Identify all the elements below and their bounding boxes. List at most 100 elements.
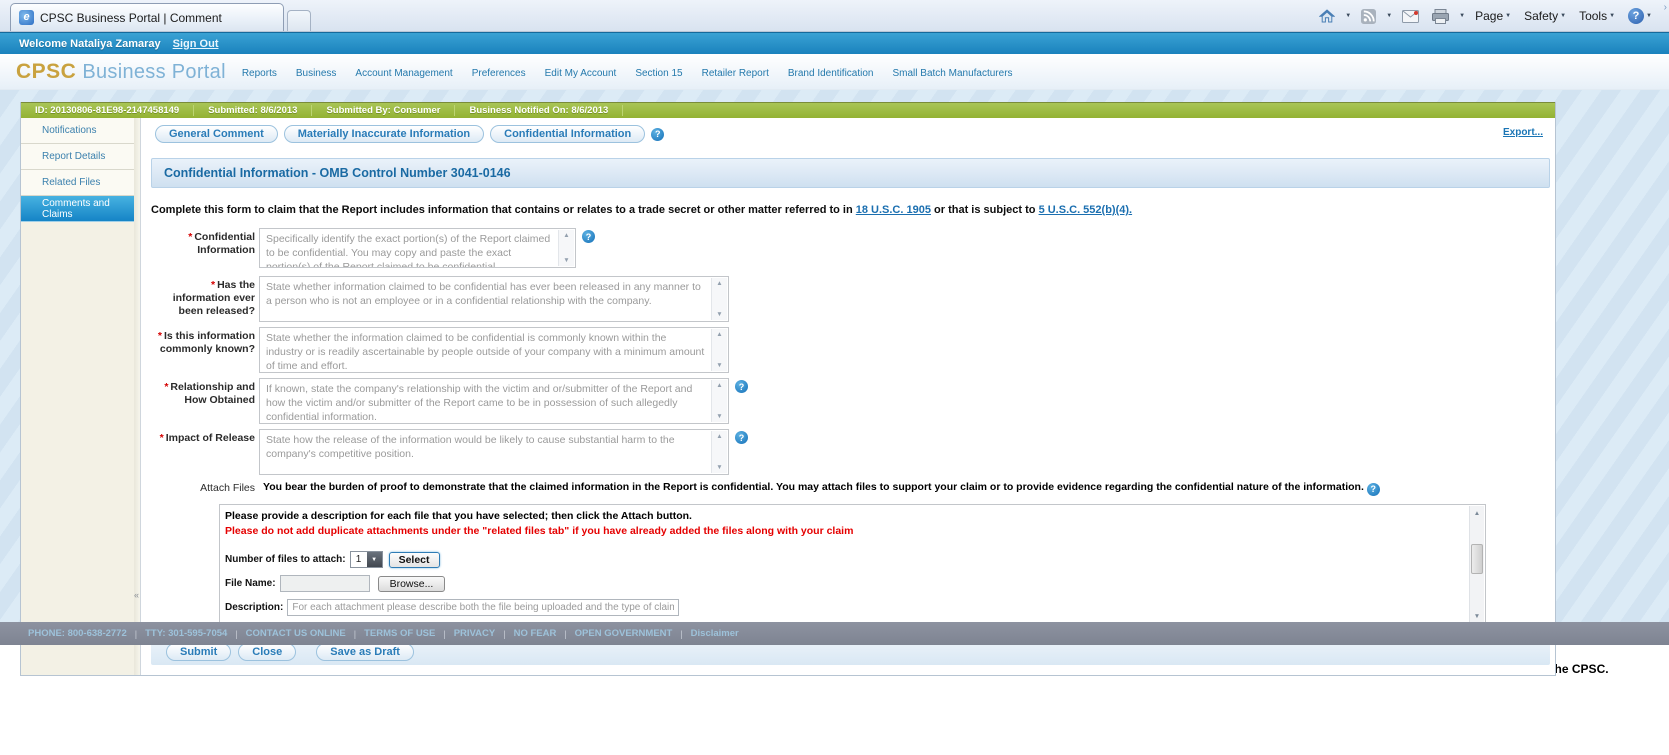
home-dropdown-caret[interactable]: ▼ xyxy=(1345,13,1351,19)
tab-materially-inaccurate-information[interactable]: Materially Inaccurate Information xyxy=(283,125,485,143)
sidebar-collapse-icon[interactable]: « xyxy=(134,590,139,600)
field-label: * Impact of Release xyxy=(159,432,255,444)
logo-primary: CPSC xyxy=(16,59,77,83)
close-button[interactable]: Close xyxy=(238,643,297,662)
information-released-textarea[interactable] xyxy=(260,277,728,321)
sidebar-splitter[interactable]: « xyxy=(134,118,141,676)
page-menu[interactable]: Page ▼ xyxy=(1472,7,1514,25)
field-commonly-known: *Is this information commonly known? ▲▼ xyxy=(151,327,1555,373)
footer-separator: | xyxy=(564,628,567,639)
relationship-how-obtained-textarea[interactable] xyxy=(260,379,728,423)
impact-of-release-textarea[interactable] xyxy=(260,430,728,474)
rss-icon xyxy=(1361,8,1377,24)
tabs-help-icon[interactable]: ? xyxy=(651,127,665,141)
footer-separator: | xyxy=(235,628,238,639)
file-name-input[interactable] xyxy=(279,575,370,593)
textarea-scrollbar[interactable]: ▲ ▼ xyxy=(711,329,727,371)
textarea-scrollbar[interactable]: ▲ ▼ xyxy=(558,230,574,266)
textarea-scrollbar[interactable]: ▲ ▼ xyxy=(711,431,727,473)
welcome-text: Welcome Nataliya Zamaray xyxy=(19,37,161,50)
nav-reports[interactable]: Reports xyxy=(242,68,277,79)
tools-menu[interactable]: Tools ▼ xyxy=(1576,7,1618,25)
nav-small-batch-manufacturers[interactable]: Small Batch Manufacturers xyxy=(892,68,1012,79)
footer-terms-of-use[interactable]: TERMS OF USE xyxy=(364,628,435,639)
section-title-bar: Confidential Information - OMB Control N… xyxy=(151,158,1550,188)
textarea-scrollbar[interactable]: ▲ ▼ xyxy=(711,278,727,320)
save-as-draft-button[interactable]: Save as Draft xyxy=(316,643,414,662)
footer-open-government[interactable]: OPEN GOVERNMENT xyxy=(575,628,673,639)
attach-help-icon[interactable]: ? xyxy=(1366,483,1380,497)
feeds-dropdown-caret[interactable]: ▼ xyxy=(1386,13,1392,19)
read-mail-button[interactable] xyxy=(1399,8,1422,25)
impact-help-icon[interactable]: ? xyxy=(735,431,748,444)
footer-no-fear[interactable]: NO FEAR xyxy=(514,628,557,639)
browser-tab-title: CPSC Business Portal | Comment xyxy=(40,10,222,25)
relationship-help-icon[interactable]: ? xyxy=(735,380,748,393)
print-button[interactable] xyxy=(1429,7,1452,26)
num-files-select[interactable]: 1 ▼ xyxy=(349,551,383,569)
home-icon xyxy=(1319,9,1336,23)
field-label: * Confidential Information xyxy=(188,231,255,257)
attach-instruction: Please provide a description for each fi… xyxy=(225,510,692,523)
print-dropdown-caret[interactable]: ▼ xyxy=(1459,13,1465,19)
safety-menu[interactable]: Safety ▼ xyxy=(1521,7,1569,25)
tab-general-comment[interactable]: General Comment xyxy=(155,125,278,143)
welcome-bar: Welcome Nataliya Zamaray Sign Out xyxy=(0,32,1669,54)
scrollbar-thumb[interactable] xyxy=(1471,544,1483,575)
description-row: Description: xyxy=(225,599,1461,617)
sign-out-link[interactable]: Sign Out xyxy=(173,38,219,50)
export-link[interactable]: Export... xyxy=(1503,127,1543,138)
toolbar-overflow-chevron[interactable]: › xyxy=(1664,2,1667,13)
browser-chrome: e CPSC Business Portal | Comment ▼ ▼ ▼ P… xyxy=(0,0,1669,32)
link-5-usc-552b4[interactable]: 5 U.S.C. 552(b)(4). xyxy=(1039,204,1133,216)
page-menu-label: Page xyxy=(1475,9,1504,23)
nav-preferences[interactable]: Preferences xyxy=(472,68,526,79)
browser-command-bar: ▼ ▼ ▼ Page ▼ Safety ▼ Tools ▼ ? ▼ xyxy=(1316,4,1655,28)
sidebar-item-report-details[interactable]: Report Details xyxy=(21,144,134,170)
scroll-up-icon[interactable]: ▲ xyxy=(1470,506,1484,520)
sidebar-item-comments-and-claims[interactable]: Comments and Claims xyxy=(21,196,134,222)
field-label: * Is this information commonly known? xyxy=(157,330,255,356)
required-marker: * xyxy=(210,279,216,291)
sidebar-item-related-files[interactable]: Related Files xyxy=(21,170,134,196)
footer-contact-us[interactable]: CONTACT US ONLINE xyxy=(246,628,346,639)
commonly-known-textarea[interactable] xyxy=(260,328,728,372)
link-18-usc-1905[interactable]: 18 U.S.C. 1905 xyxy=(856,204,931,216)
confidential-information-help-icon[interactable]: ? xyxy=(582,230,595,243)
ie-help-button[interactable]: ? ▼ xyxy=(1625,6,1655,26)
num-files-dropdown-icon[interactable]: ▼ xyxy=(366,552,382,568)
form-intro: Complete this form to claim that the Rep… xyxy=(151,204,1555,216)
nav-brand-identification[interactable]: Brand Identification xyxy=(788,68,874,79)
new-tab-button[interactable] xyxy=(287,10,311,31)
browse-button[interactable]: Browse... xyxy=(377,575,446,592)
description-input[interactable] xyxy=(287,599,680,617)
feeds-button[interactable] xyxy=(1358,7,1379,26)
nav-account-management[interactable]: Account Management xyxy=(355,68,452,79)
textarea-frame: ▲▼ xyxy=(259,276,729,322)
home-button[interactable] xyxy=(1316,6,1338,26)
textarea-scrollbar[interactable]: ▲ ▼ xyxy=(711,380,727,422)
sidebar-item-notifications[interactable]: Notifications xyxy=(21,118,134,144)
nav-retailer-report[interactable]: Retailer Report xyxy=(702,68,769,79)
select-button[interactable]: Select xyxy=(388,551,440,568)
confidential-information-textarea[interactable] xyxy=(260,229,575,267)
nav-business[interactable]: Business xyxy=(296,68,337,79)
footer-separator: | xyxy=(503,628,506,639)
footer-disclaimer-link[interactable]: Disclaimer xyxy=(691,628,739,639)
page-background: ID: 20130806-81E98-2147458149 Submitted:… xyxy=(0,90,1669,677)
tab-confidential-information[interactable]: Confidential Information xyxy=(490,125,646,143)
nav-edit-my-account[interactable]: Edit My Account xyxy=(545,68,617,79)
textarea-frame: ▲▼ xyxy=(259,327,729,373)
nav-section-15[interactable]: Section 15 xyxy=(635,68,682,79)
logo-secondary: Business Portal xyxy=(82,60,226,83)
attach-files-panel: Please provide a description for each fi… xyxy=(219,504,1486,626)
footer-privacy[interactable]: PRIVACY xyxy=(454,628,496,639)
textarea-frame: ▲▼ xyxy=(259,429,729,475)
submit-button[interactable]: Submit xyxy=(166,643,232,662)
browser-tab[interactable]: e CPSC Business Portal | Comment xyxy=(10,3,284,31)
attach-panel-scrollbar[interactable]: ▲ ▼ xyxy=(1469,506,1484,624)
num-files-value: 1 xyxy=(355,554,362,566)
report-submitted-date: Submitted: 8/6/2013 xyxy=(194,105,313,116)
footer-separator: | xyxy=(134,628,138,639)
footer-separator: | xyxy=(353,628,357,639)
